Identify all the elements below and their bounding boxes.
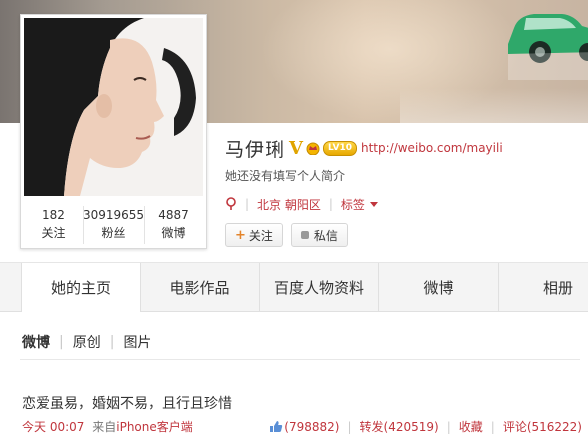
- post-source-prefix: 来自: [92, 420, 117, 434]
- level-badge[interactable]: LV10: [322, 140, 357, 156]
- location-pin-icon: [226, 197, 236, 210]
- repost-link[interactable]: 转发(420519): [360, 418, 439, 435]
- chevron-down-icon: [369, 201, 378, 207]
- filter-images[interactable]: 图片: [123, 332, 151, 352]
- name-row: 马伊琍 V LV10 http://weibo.com/mayili: [225, 134, 503, 162]
- comment-link[interactable]: 评论(516222): [503, 418, 582, 435]
- separator: |: [328, 197, 333, 211]
- tab-home[interactable]: 她的主页: [21, 263, 141, 312]
- banner-floor: [400, 88, 588, 123]
- like-count[interactable]: (798882): [284, 420, 339, 434]
- feed-filter: 微博 | 原创 | 图片: [22, 332, 151, 352]
- verified-badge-icon[interactable]: V: [289, 138, 303, 159]
- post-text: 恋爱虽易，婚姻不易，且行且珍惜: [22, 396, 232, 412]
- tab-baidu-profile[interactable]: 百度人物资料: [259, 263, 378, 311]
- separator: |: [245, 197, 250, 211]
- post-meta: 今天 00:07 来自iPhone客户端 (798882) | 转发(42051…: [22, 418, 582, 436]
- avatar[interactable]: [24, 18, 203, 196]
- toy-car-image: [508, 14, 588, 80]
- profile-name: 马伊琍: [225, 138, 286, 161]
- separator: |: [59, 334, 64, 350]
- message-icon: [300, 231, 309, 239]
- plus-icon: +: [235, 227, 246, 243]
- stat-number: 4887: [158, 208, 189, 222]
- vip-crown-icon[interactable]: [305, 141, 321, 155]
- profile-actions: + 关注 私信: [225, 223, 356, 247]
- follow-button[interactable]: + 关注: [225, 223, 283, 247]
- profile-url-link[interactable]: http://weibo.com/mayili: [361, 141, 503, 155]
- location-row: | 北京 朝阳区 | 标签: [225, 196, 503, 212]
- location-link[interactable]: 北京 朝阳区: [257, 196, 321, 213]
- message-button[interactable]: 私信: [290, 223, 348, 247]
- filter-all[interactable]: 微博: [22, 332, 50, 352]
- post-actions: (798882) | 转发(420519) | 收藏 | 评论(516222): [269, 418, 582, 435]
- post-time[interactable]: 今天 00:07: [22, 420, 84, 434]
- stat-number: 30919655: [82, 208, 145, 222]
- avatar-card: 182 关注 30919655 粉丝 4887 微博: [20, 14, 207, 249]
- stat-followers[interactable]: 30919655 粉丝: [82, 204, 145, 246]
- separator: |: [446, 419, 451, 434]
- separator: |: [109, 334, 115, 350]
- tags-link[interactable]: 标签: [341, 196, 365, 213]
- avatar-portrait: [24, 18, 203, 196]
- stat-label: 粉丝: [101, 226, 126, 240]
- filter-original[interactable]: 原创: [73, 332, 101, 352]
- stat-label: 关注: [41, 226, 66, 240]
- thumbs-up-icon[interactable]: [269, 420, 283, 433]
- tab-films[interactable]: 电影作品: [141, 263, 258, 311]
- favorite-link[interactable]: 收藏: [459, 418, 483, 435]
- profile-info: 马伊琍 V LV10 http://weibo.com/mayili 她还没有填…: [225, 134, 503, 212]
- stat-following[interactable]: 182 关注: [24, 204, 83, 246]
- stat-posts[interactable]: 4887 微博: [144, 204, 203, 246]
- message-label: 私信: [313, 228, 338, 243]
- profile-bio: 她还没有填写个人简介: [225, 169, 346, 183]
- separator: |: [347, 419, 352, 434]
- follow-label: 关注: [248, 228, 273, 243]
- stat-label: 微博: [161, 226, 186, 240]
- divider: [20, 359, 580, 360]
- stat-number: 182: [42, 208, 65, 222]
- tab-album[interactable]: 相册: [498, 263, 588, 311]
- separator: |: [490, 419, 495, 434]
- profile-tabs: 她的主页 电影作品 百度人物资料 微博 相册: [0, 262, 588, 312]
- post-client-link[interactable]: iPhone客户端: [116, 420, 193, 434]
- profile-stats: 182 关注 30919655 粉丝 4887 微博: [24, 204, 203, 246]
- tab-weibo[interactable]: 微博: [378, 263, 498, 311]
